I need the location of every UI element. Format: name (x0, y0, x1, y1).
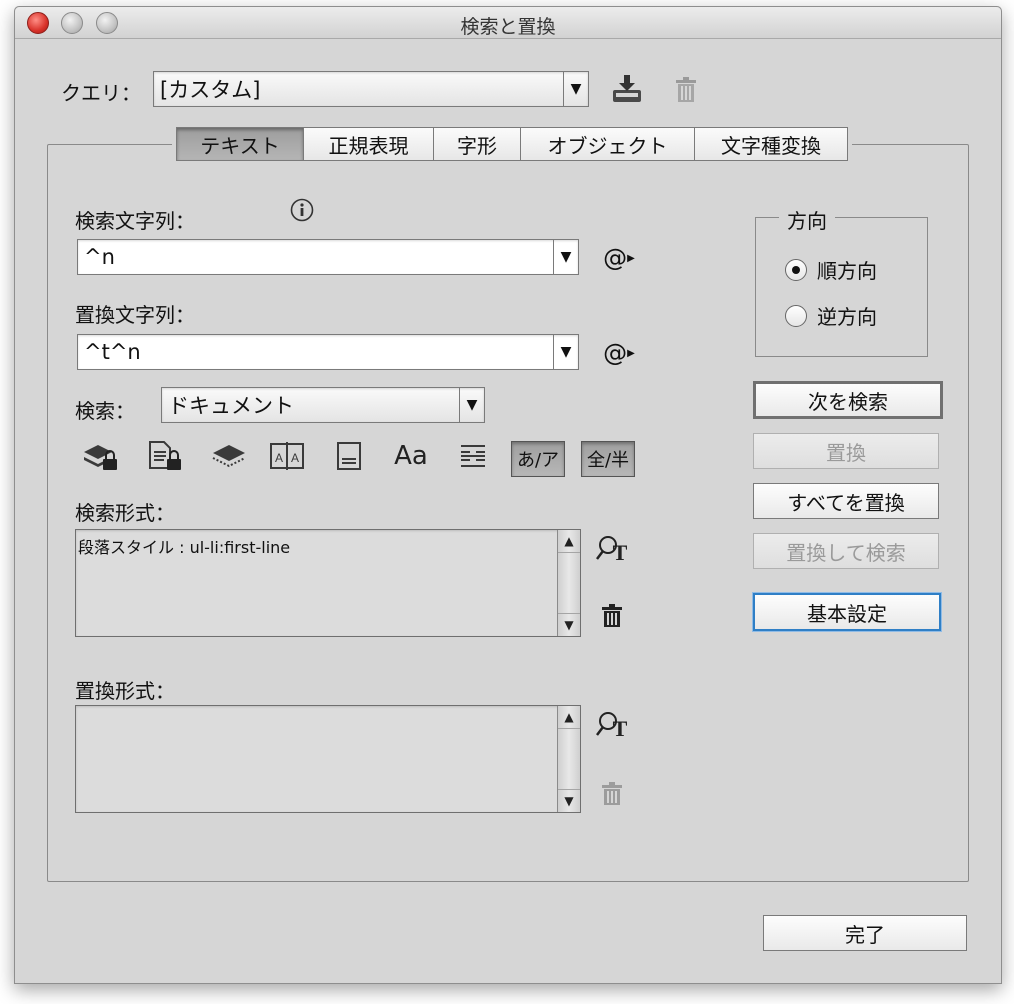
scroll-up-icon[interactable]: ▲ (558, 530, 580, 553)
find-format-label: 検索形式： (75, 501, 175, 525)
master-pages-icon[interactable]: A A (267, 439, 307, 473)
find-what-label: 検索文字列： (75, 209, 195, 233)
tab-object[interactable]: オブジェクト (521, 127, 695, 161)
svg-text:A: A (291, 451, 299, 465)
scroll-down-icon[interactable]: ▼ (558, 613, 580, 636)
whole-word-icon[interactable] (453, 439, 493, 473)
window-title: 検索と置換 (460, 16, 556, 38)
at-sign-icon: @ (603, 339, 628, 367)
radio-forward[interactable] (785, 258, 807, 281)
svg-text:T: T (613, 716, 628, 741)
chevron-down-icon: ▼ (563, 72, 588, 106)
done-button[interactable]: 完了 (763, 915, 967, 951)
locked-layers-icon[interactable] (81, 439, 121, 473)
tab-glyph[interactable]: 字形 (434, 127, 521, 161)
special-characters-find-icon[interactable]: @ ▶ (599, 243, 639, 273)
hidden-layers-icon[interactable] (209, 439, 249, 473)
direction-backward-label: 逆方向 (817, 305, 877, 329)
direction-label: 方向 (779, 205, 835, 234)
footnotes-icon[interactable] (329, 439, 369, 473)
special-characters-change-icon[interactable]: @ ▶ (599, 338, 639, 368)
triangle-right-icon: ▶ (627, 347, 635, 359)
scroll-up-icon[interactable]: ▲ (558, 706, 580, 729)
svg-text:A: A (275, 451, 283, 465)
scrollbar[interactable]: ▲ ▼ (557, 530, 580, 636)
change-format-label: 置換形式： (75, 679, 175, 703)
tab-bar: テキスト 正規表現 字形 オブジェクト 文字種変換 (172, 127, 852, 161)
direction-forward-option[interactable]: 順方向 (785, 255, 877, 284)
scrollbar[interactable]: ▲ ▼ (557, 706, 580, 812)
search-scope-select[interactable]: ドキュメント ▼ (161, 387, 485, 423)
locked-stories-icon[interactable] (145, 439, 185, 473)
change-to-input[interactable]: ^t^n ▼ (77, 334, 579, 370)
triangle-right-icon: ▶ (627, 252, 635, 264)
find-what-input[interactable]: ^n ▼ (77, 239, 579, 275)
svg-text:T: T (613, 540, 628, 565)
radio-backward[interactable] (785, 304, 807, 327)
fewer-options-button[interactable]: 基本設定 (753, 593, 941, 631)
search-scope-label: 検索： (75, 399, 135, 423)
tab-text[interactable]: テキスト (176, 127, 304, 161)
find-replace-window: 検索と置換 クエリ： [カスタム] ▼ テキスト 正規表現 字形 オブジェクト … (14, 6, 1002, 984)
find-next-button[interactable]: 次を検索 (753, 381, 943, 419)
direction-group (755, 217, 928, 357)
query-value: [カスタム] (160, 78, 261, 102)
chevron-down-icon[interactable]: ▼ (553, 335, 578, 369)
tab-grep[interactable]: 正規表現 (304, 127, 434, 161)
kana-sensitive-toggle[interactable]: あ/ア (511, 441, 565, 477)
query-select[interactable]: [カスタム] ▼ (153, 71, 589, 107)
title-bar: 検索と置換 (15, 7, 1001, 39)
at-sign-icon: @ (603, 244, 628, 272)
search-scope-value: ドキュメント (168, 394, 294, 418)
specify-change-format-icon[interactable]: T (593, 709, 633, 743)
find-format-box[interactable]: 段落スタイル : ul-li:first-line ▲ ▼ (75, 529, 581, 637)
change-find-button[interactable]: 置換して検索 (753, 533, 939, 569)
clear-find-format-icon[interactable] (599, 603, 625, 629)
direction-backward-option[interactable]: 逆方向 (785, 301, 877, 330)
change-format-box[interactable]: ▲ ▼ (75, 705, 581, 813)
chevron-down-icon[interactable]: ▼ (553, 240, 578, 274)
find-format-value: 段落スタイル : ul-li:first-line (78, 538, 291, 557)
chevron-down-icon: ▼ (459, 388, 484, 422)
change-to-value: ^t^n (84, 340, 141, 364)
tab-transliterate[interactable]: 文字種変換 (695, 127, 848, 161)
query-label: クエリ： (61, 81, 141, 105)
info-icon[interactable] (289, 197, 315, 223)
case-sensitive-icon[interactable]: Aa (391, 439, 431, 473)
change-button[interactable]: 置換 (753, 433, 939, 469)
change-to-label: 置換文字列： (75, 303, 195, 327)
width-sensitive-toggle[interactable]: 全/半 (581, 441, 635, 477)
trash-icon[interactable] (671, 75, 701, 105)
direction-forward-label: 順方向 (817, 259, 877, 283)
find-what-value: ^n (84, 245, 115, 269)
scroll-down-icon[interactable]: ▼ (558, 789, 580, 812)
clear-change-format-icon (599, 781, 625, 807)
save-query-icon[interactable] (609, 73, 645, 105)
change-all-button[interactable]: すべてを置換 (753, 483, 939, 519)
specify-find-format-icon[interactable]: T (593, 533, 633, 567)
